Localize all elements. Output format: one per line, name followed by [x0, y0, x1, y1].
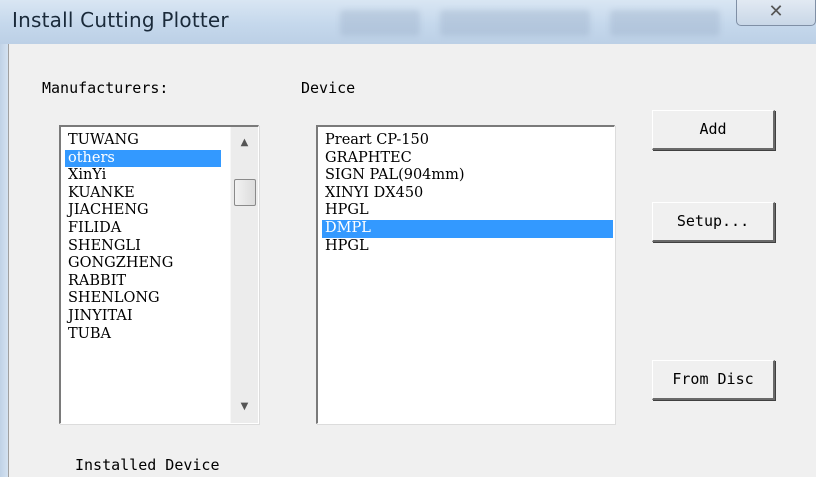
list-item[interactable]: XINYI DX450 [322, 185, 613, 203]
list-item[interactable]: SHENLONG [65, 290, 221, 308]
list-item[interactable]: JIACHENG [65, 202, 221, 220]
list-item[interactable]: SIGN PAL(904mm) [322, 167, 613, 185]
close-button[interactable]: ✕ [736, 0, 816, 26]
list-item[interactable]: HPGL [322, 202, 613, 220]
list-item[interactable]: JINYITAI [65, 308, 221, 326]
manufacturers-scrollbar[interactable]: ▲ ▼ [230, 127, 258, 423]
manufacturers-label: Manufacturers: [42, 79, 169, 97]
list-item[interactable]: FILIDA [65, 220, 221, 238]
window-frame [0, 44, 8, 477]
titlebar-blur [440, 10, 590, 36]
setup-button[interactable]: Setup... [652, 202, 775, 242]
list-item[interactable]: GRAPHTEC [322, 150, 613, 168]
list-item[interactable]: others [65, 149, 221, 168]
list-item[interactable]: KUANKE [65, 185, 221, 203]
list-item[interactable]: RABBIT [65, 273, 221, 291]
from-disc-button[interactable]: From Disc [652, 360, 775, 400]
close-icon: ✕ [768, 1, 784, 22]
manufacturers-items: TUWANG others XinYi KUANKE JIACHENG FILIDA SHE… [65, 132, 221, 343]
list-item[interactable]: HPGL [322, 238, 613, 256]
scroll-up-icon[interactable]: ▲ [231, 133, 258, 153]
installed-device-label: Installed Device [75, 456, 220, 474]
list-item[interactable]: GONGZHENG [65, 255, 221, 273]
device-items: Preart CP-150 GRAPHTEC SIGN PAL(904mm) XINY… [322, 132, 613, 255]
titlebar-blur [340, 10, 420, 36]
device-listbox[interactable]: Preart CP-150 GRAPHTEC SIGN PAL(904mm) XINY… [316, 125, 615, 424]
title-bar: Install Cutting Plotter ✕ [0, 0, 816, 44]
list-item[interactable]: TUBA [65, 326, 221, 344]
scroll-thumb[interactable] [234, 179, 256, 206]
list-item[interactable]: SHENGLI [65, 238, 221, 256]
list-item[interactable]: TUWANG [65, 132, 221, 150]
window-title: Install Cutting Plotter [12, 8, 229, 32]
dialog-client-area: Manufacturers: Device TUWANG others XinYi K… [8, 44, 816, 477]
list-item[interactable]: XinYi [65, 167, 221, 185]
device-label: Device [301, 79, 356, 97]
add-button[interactable]: Add [652, 110, 775, 150]
titlebar-blur [610, 10, 720, 36]
list-item[interactable]: DMPL [322, 219, 613, 238]
scroll-down-icon[interactable]: ▼ [231, 397, 258, 417]
manufacturers-listbox[interactable]: TUWANG others XinYi KUANKE JIACHENG FILIDA SHE… [59, 125, 259, 424]
list-item[interactable]: Preart CP-150 [322, 132, 613, 150]
